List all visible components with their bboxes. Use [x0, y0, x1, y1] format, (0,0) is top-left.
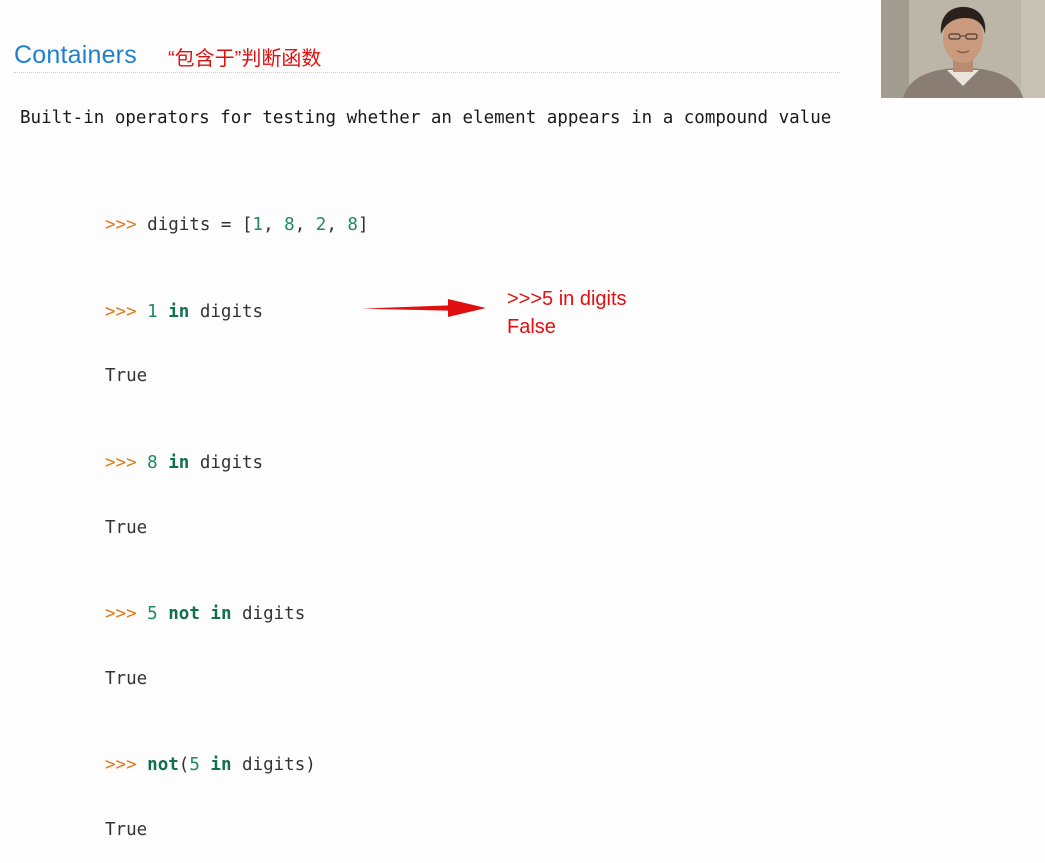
code-number: 1	[147, 301, 158, 322]
webcam-video	[881, 0, 1045, 98]
code-line: >>> digits = [1, 8, 2, 8]	[105, 215, 369, 237]
presenter-video-frame	[881, 0, 1045, 98]
prompt: >>>	[105, 755, 137, 776]
code-keyword: in	[168, 452, 190, 473]
code-number: 8	[347, 215, 358, 236]
prompt: >>>	[105, 452, 137, 473]
title-divider	[14, 72, 840, 73]
code-keyword: in	[168, 301, 190, 322]
prompt: >>>	[105, 215, 137, 236]
code-line: >>> 8 in digits	[105, 453, 369, 475]
code-token: digits	[189, 452, 264, 473]
code-token: digits	[189, 301, 264, 322]
handwritten-note: >>>5 in digits False	[507, 285, 627, 341]
code-number: 2	[315, 215, 327, 236]
code-keyword: not	[168, 603, 200, 624]
code-token: (	[178, 755, 190, 776]
code-number: 5	[189, 755, 200, 776]
code-token: digits	[231, 603, 306, 624]
code-block: >>> digits = [1, 8, 2, 8] >>> 1 in digit…	[105, 172, 369, 863]
code-number: 1	[252, 215, 264, 236]
code-token: = [	[210, 215, 253, 236]
code-token: digits)	[231, 755, 316, 776]
code-line: >>> 5 not in digits	[105, 604, 369, 626]
slide-annotation: “包含于”判断函数	[168, 48, 322, 70]
code-output: True	[105, 819, 148, 840]
prompt: >>>	[105, 603, 137, 624]
red-arrow-annotation	[362, 299, 486, 317]
code-token: ,	[294, 215, 316, 236]
code-keyword: not	[147, 755, 179, 776]
slide-title: Containers	[14, 41, 137, 69]
code-token: digits	[147, 215, 211, 236]
code-output: True	[105, 517, 148, 538]
note-line: False	[507, 316, 556, 338]
note-line: >>>5 in digits	[507, 288, 627, 310]
code-token: ,	[326, 215, 348, 236]
code-keyword: in	[210, 755, 232, 776]
code-line: >>> not(5 in digits)	[105, 755, 369, 777]
code-keyword: in	[210, 603, 232, 624]
code-token: ,	[263, 215, 285, 236]
code-line: >>> 1 in digits	[105, 302, 369, 324]
code-number: 8	[147, 452, 158, 473]
prompt: >>>	[105, 301, 137, 322]
code-number: 5	[147, 603, 158, 624]
code-token: ]	[357, 215, 369, 236]
slide-subtitle: Built-in operators for testing whether a…	[20, 108, 832, 128]
code-output: True	[105, 668, 148, 689]
code-output: True	[105, 366, 148, 387]
code-number: 8	[284, 215, 295, 236]
